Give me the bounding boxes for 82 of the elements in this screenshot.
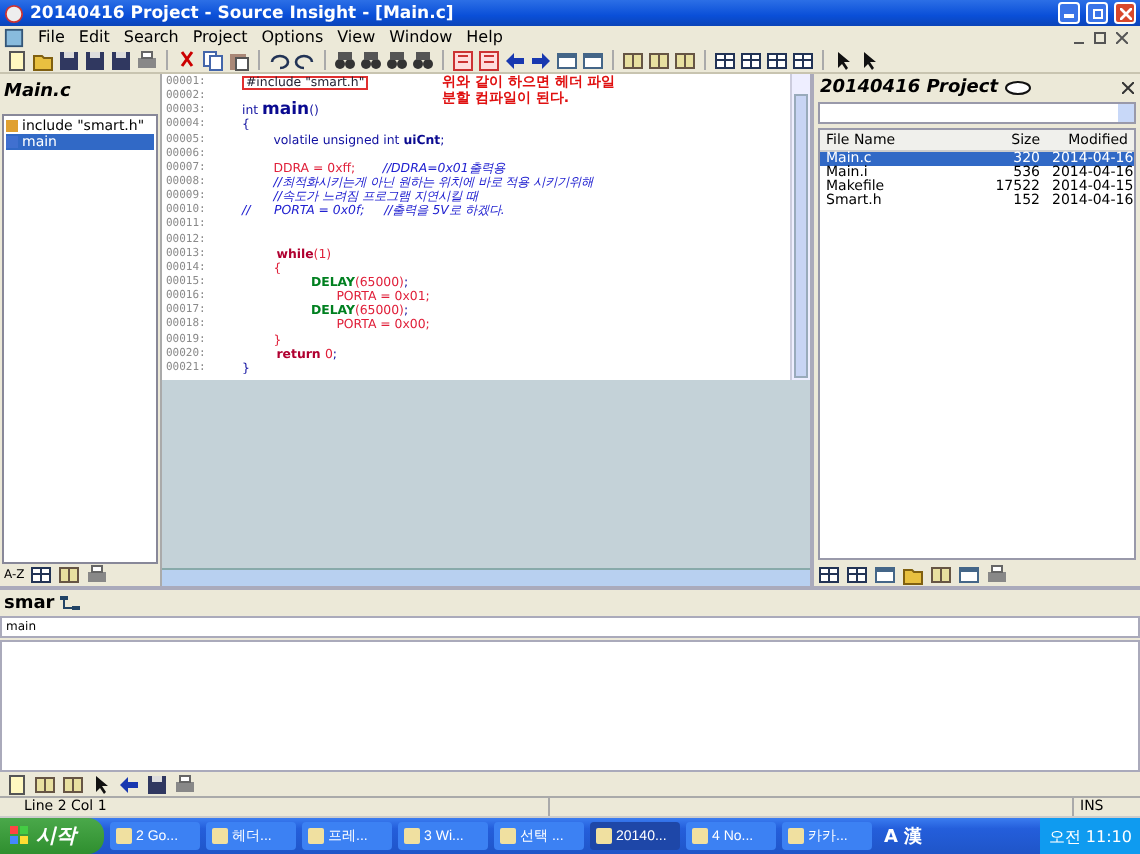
app-icon (308, 828, 324, 844)
panel-icon[interactable] (30, 564, 53, 586)
menu-item[interactable]: Window (389, 28, 453, 46)
cursor-icon[interactable] (832, 49, 854, 71)
scissors-icon[interactable] (176, 49, 198, 71)
book-icon[interactable] (622, 49, 644, 71)
diagram-icon[interactable] (60, 594, 81, 612)
menu-item[interactable]: Help (466, 28, 503, 46)
app-icon (116, 828, 132, 844)
window-title: 20140416 Project - Source Insight - [Main.c] (30, 3, 456, 23)
minimize-icon (1064, 8, 1074, 18)
panel-icon[interactable] (740, 49, 762, 71)
panel-title: 20140416 Project (820, 78, 998, 98)
panel-icon[interactable] (792, 49, 814, 71)
binoculars-icon[interactable] (334, 49, 356, 71)
close-icon[interactable] (1116, 31, 1128, 43)
document-icon[interactable] (4, 27, 24, 47)
window-icon[interactable] (874, 564, 896, 586)
menu-item[interactable]: Options (261, 28, 324, 46)
window-icon[interactable] (958, 564, 980, 586)
book-icon[interactable] (58, 564, 81, 586)
app-icon (692, 828, 708, 844)
window-icon[interactable] (556, 49, 578, 71)
ime-indicator[interactable]: A 漢 (878, 823, 929, 849)
book-icon[interactable] (62, 773, 84, 795)
binoculars-icon[interactable] (412, 49, 434, 71)
app-icon (404, 828, 420, 844)
printer-icon[interactable] (136, 49, 158, 71)
printer-icon[interactable] (986, 564, 1008, 586)
panel-title: Main.c (2, 80, 73, 106)
restore-button[interactable] (1086, 2, 1108, 24)
book-icon[interactable] (648, 49, 670, 71)
menu-item[interactable]: Project (192, 28, 248, 46)
app-icon (4, 3, 24, 23)
panel-icon[interactable] (818, 564, 840, 586)
window-icon[interactable] (582, 49, 604, 71)
menu-item[interactable]: Edit (78, 28, 110, 46)
minimize-button[interactable] (1058, 2, 1080, 24)
left-arrow-icon[interactable] (504, 49, 526, 71)
panel-icon[interactable] (714, 49, 736, 71)
windows-logo-icon (10, 826, 30, 846)
app-icon (596, 828, 612, 844)
document-icon[interactable] (6, 773, 28, 795)
book-icon[interactable] (34, 773, 56, 795)
paste-icon[interactable] (228, 49, 250, 71)
function-icon (6, 136, 18, 148)
app-icon (500, 828, 516, 844)
copy-icon[interactable] (202, 49, 224, 71)
binoculars-icon[interactable] (360, 49, 382, 71)
menu-item[interactable]: View (337, 28, 376, 46)
undo-icon[interactable] (268, 49, 290, 71)
panel-title: smar (4, 593, 55, 613)
folder-icon[interactable] (902, 564, 924, 586)
menu-item[interactable]: File (38, 28, 65, 46)
cursor-icon[interactable] (858, 49, 880, 71)
binoculars-icon[interactable] (386, 49, 408, 71)
scrollbar[interactable] (162, 568, 810, 586)
close-icon (1119, 7, 1131, 19)
include-icon (6, 120, 18, 132)
clock: 오전 11:10 (1048, 825, 1132, 847)
scrollbar[interactable] (790, 74, 810, 380)
close-icon[interactable] (1122, 82, 1134, 94)
dropdown-field[interactable] (818, 102, 1136, 124)
book-icon[interactable] (674, 49, 696, 71)
code-text: main (262, 104, 310, 119)
right-arrow-icon[interactable] (530, 49, 552, 71)
printer-icon[interactable] (174, 773, 196, 795)
document-icon[interactable] (6, 49, 28, 71)
bookmark-icon[interactable] (452, 49, 474, 71)
bookmark-icon[interactable] (478, 49, 500, 71)
app-icon (212, 828, 228, 844)
app-icon (788, 828, 804, 844)
menu-item[interactable]: Search (123, 28, 179, 46)
left-arrow-icon[interactable] (118, 773, 140, 795)
close-button[interactable] (1114, 2, 1136, 24)
panel-icon[interactable] (846, 564, 868, 586)
panel-icon[interactable] (766, 49, 788, 71)
book-icon[interactable] (930, 564, 952, 586)
cursor-icon[interactable] (90, 773, 112, 795)
printer-icon[interactable] (86, 564, 109, 586)
redo-icon[interactable] (294, 49, 316, 71)
code-editor[interactable] (162, 74, 810, 380)
